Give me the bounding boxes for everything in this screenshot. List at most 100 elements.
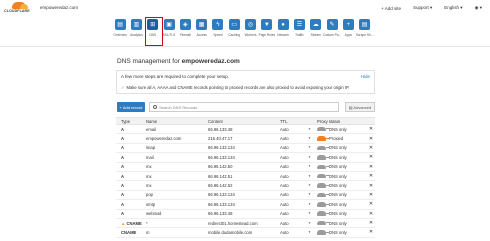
record-ttl[interactable]: Auto ▼ [278,221,315,226]
nav-item-ssl-tls[interactable]: ▣ SSL/TLS [161,17,177,45]
nav-item-stream[interactable]: ☁ Stream [308,17,324,45]
delete-record-icon[interactable]: ✕ [367,136,375,142]
proxy-cloud-icon[interactable] [317,173,329,179]
proxy-cloud-icon[interactable] [317,211,329,216]
delete-record-icon[interactable]: ✕ [367,164,375,170]
table-header: Type Name Content TTL Proxy status [116,117,375,125]
nav-item-traffic[interactable]: ☰ Traffic [291,17,307,45]
nav-item-analytics[interactable]: ▥ Analytics [128,17,144,45]
proxy-cloud-icon[interactable] [317,145,329,151]
record-ttl[interactable]: Auto ▼ [278,127,315,132]
nav-item-network[interactable]: ● Network [275,17,291,45]
proxy-cloud-icon[interactable] [317,155,329,160]
proxy-cloud-icon[interactable] [317,202,329,207]
advanced-button[interactable]: ▤ Advanced [345,102,375,112]
warning-icon: ▲ [121,220,126,226]
nav-item-dns[interactable]: ⊞ DNS [144,17,163,46]
table-row[interactable]: Amx 66.96.142.50 Auto ▼ DNS only ✕ [116,163,375,172]
chart-icon: ▥ [130,19,142,30]
header-ttl[interactable]: TTL [278,119,315,124]
record-proxy-status[interactable]: DNS only [315,127,367,132]
record-ttl[interactable]: Auto ▼ [278,164,315,169]
proxy-cloud-icon[interactable] [317,136,329,141]
add-record-button[interactable]: + Add record [117,102,145,112]
delete-record-icon[interactable]: ✕ [367,126,375,132]
proxy-cloud-icon[interactable] [317,192,329,198]
nav-item-access[interactable]: ▦ Access [193,17,209,45]
record-proxy-status[interactable]: DNS only [315,230,367,235]
table-row[interactable]: Amail 66.96.133.134 Auto ▼ DNS only ✕ [116,153,375,163]
delete-record-icon[interactable]: ✕ [367,154,375,160]
nav-item-apps[interactable]: + Apps [340,17,356,45]
nav-item-custom-pa[interactable]: ✎ Custom Pa... [323,17,341,45]
nav-item-page-rules[interactable]: ▼ Page Rules [259,17,275,45]
record-proxy-status[interactable]: DNS only [315,221,367,226]
table-row[interactable]: Apop 66.96.133.134 Auto ▼ DNS only ✕ [116,191,375,201]
record-type-text: CNAME [126,220,142,226]
record-ttl[interactable]: Auto ▼ [278,136,315,141]
proxy-cloud-icon[interactable] [317,220,329,226]
record-proxy-status[interactable]: DNS only [315,155,367,160]
header-name[interactable]: Name [144,119,206,124]
add-site-button[interactable]: + Add site [381,6,401,11]
nav-item-workers[interactable]: ◎ Workers [242,17,258,45]
table-row[interactable]: Asmtp 66.96.133.134 Auto ▼ DNS only ✕ [116,200,375,210]
record-ttl[interactable]: Auto ▼ [278,192,315,197]
header-proxy-status[interactable]: Proxy status [315,119,367,124]
proxy-status-text: DNS only [329,211,347,217]
header-type[interactable]: Type [116,119,144,124]
delete-record-icon[interactable]: ✕ [367,183,375,189]
proxy-cloud-icon[interactable] [317,164,329,169]
table-row[interactable]: Awebmail 66.96.133.48 Auto ▼ DNS only ✕ [116,210,375,219]
record-proxy-status[interactable]: DNS only [315,183,367,188]
record-type: A [116,192,144,197]
record-ttl-value: Auto [280,229,289,235]
record-proxy-status[interactable]: DNS only [315,164,367,169]
proxy-cloud-icon[interactable] [317,126,329,132]
record-proxy-status[interactable]: DNS only [315,202,367,207]
table-row[interactable]: Amx 66.96.142.51 Auto ▼ DNS only ✕ [116,172,375,182]
delete-record-icon[interactable]: ✕ [367,201,375,207]
proxy-cloud-icon[interactable] [317,230,329,235]
delete-record-icon[interactable]: ✕ [367,173,375,179]
notice-hide-link[interactable]: Hide [361,74,370,79]
record-ttl-value: Auto [280,136,289,142]
record-proxy-status[interactable]: DNS only [315,174,367,179]
record-ttl[interactable]: Auto ▼ [278,211,315,216]
delete-record-icon[interactable]: ✕ [367,220,375,226]
table-row[interactable]: Aempoweredaz.com 216.40.47.17 Auto ▼ Proxied… [116,134,375,144]
delete-record-icon[interactable]: ✕ [367,192,375,198]
delete-record-icon[interactable]: ✕ [367,229,375,235]
record-ttl[interactable]: Auto ▼ [278,230,315,235]
nav-item-speed[interactable]: ϟ Speed [210,17,226,45]
table-row[interactable]: CNAME m mobile.dudamobile.com Auto ▼ DNS only… [116,228,375,238]
nav-item-caching[interactable]: ▭ Caching [226,17,242,45]
record-proxy-status[interactable]: DNS only [315,192,367,197]
table-row[interactable]: Aemail 66.96.133.48 Auto ▼ DNS only ✕ [116,125,375,135]
delete-record-icon[interactable]: ✕ [367,145,375,151]
record-proxy-status[interactable]: Proxied [315,136,367,141]
record-ttl-value: Auto [280,154,289,160]
table-row[interactable]: Aimap 66.96.133.134 Auto ▼ DNS only ✕ [116,144,375,154]
record-ttl[interactable]: Auto ▼ [278,174,315,179]
proxy-cloud-icon[interactable] [317,183,329,188]
record-ttl[interactable]: Auto ▼ [278,145,315,150]
nav-item-overview[interactable]: ▤ Overview [112,17,128,45]
cloudflare-logo[interactable]: CLOUDFLARE [4,2,34,14]
record-ttl[interactable]: Auto ▼ [278,202,315,207]
support-menu[interactable]: Support ▾ [413,5,432,11]
record-ttl[interactable]: Auto ▼ [278,155,315,160]
record-proxy-status[interactable]: DNS only [315,211,367,216]
record-ttl[interactable]: Auto ▼ [278,183,315,188]
nav-item-scrape-sh[interactable]: ▤ Scrape Sh... [356,17,373,45]
site-domain[interactable]: empoweredaz.com [40,5,78,10]
language-menu[interactable]: English ▾ [444,5,462,11]
record-proxy-status[interactable]: DNS only [315,145,367,150]
table-row[interactable]: ▲ CNAME * redirect01.homestead.com Auto ▼ DNS … [116,219,375,229]
table-row[interactable]: Amx 66.96.142.52 Auto ▼ DNS only ✕ [116,181,375,191]
nav-item-firewall[interactable]: ◈ Firewall [177,17,193,45]
header-content[interactable]: Content [206,119,278,124]
delete-record-icon[interactable]: ✕ [367,211,375,217]
search-input[interactable] [159,103,329,111]
account-menu[interactable]: ◉ ▾ [475,5,482,11]
